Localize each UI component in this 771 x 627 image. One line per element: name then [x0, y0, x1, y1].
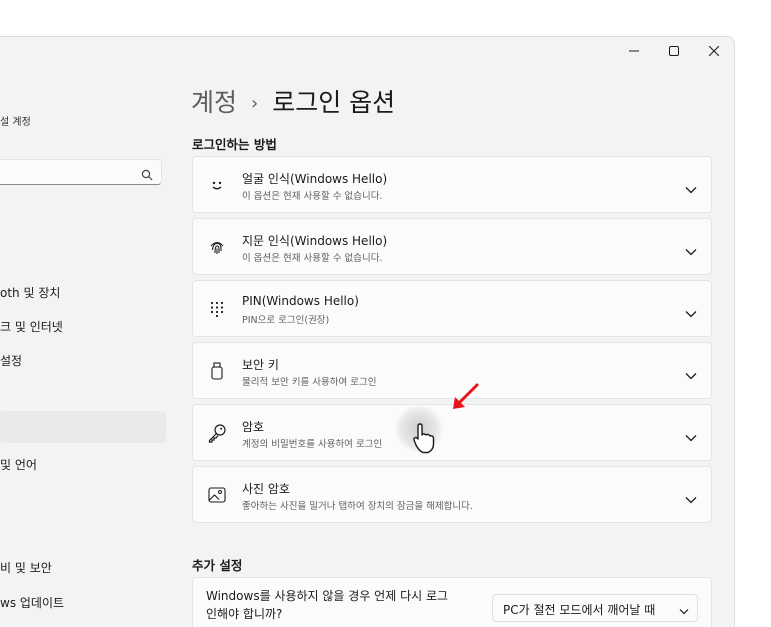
pin-keypad-icon	[207, 299, 227, 319]
sidebar-item-privacy-security[interactable]: 비 및 보안	[0, 559, 52, 576]
section-title-signin: 로그인하는 방법	[192, 137, 277, 152]
settings-window: 설 계정 oth 및 장치 크 및 인터넷 설정 및 언어 비 및 보안 ws …	[0, 36, 735, 627]
card-pin[interactable]: PIN(Windows Hello) PIN으로 로그인(권장)	[192, 280, 712, 337]
search-icon[interactable]	[141, 166, 153, 185]
sidebar: 설 계정 oth 및 장치 크 및 인터넷 설정 및 언어 비 및 보안 ws …	[0, 37, 170, 627]
sidebar-item-network[interactable]: 크 및 인터넷	[0, 318, 63, 335]
card-title: 지문 인식(Windows Hello)	[242, 234, 388, 248]
chevron-down-icon[interactable]	[685, 179, 697, 198]
window-controls	[614, 37, 734, 65]
breadcrumb-separator-icon: ›	[251, 93, 259, 114]
signin-required-dropdown[interactable]: PC가 절전 모드에서 깨어날 때	[492, 594, 698, 622]
search-input[interactable]	[0, 159, 162, 185]
card-password[interactable]: 암호 계정의 비밀번호를 사용하여 로그인	[192, 404, 712, 461]
chevron-down-icon[interactable]	[685, 365, 697, 384]
chevron-down-icon[interactable]	[685, 489, 697, 508]
card-title: 얼굴 인식(Windows Hello)	[242, 172, 388, 186]
card-subtitle: PIN으로 로그인(권장)	[242, 315, 330, 326]
page-title: 계정 › 로그인 옵션	[191, 83, 395, 119]
sidebar-item-accounts-selected[interactable]	[0, 411, 166, 443]
chevron-down-icon[interactable]	[685, 427, 697, 446]
chevron-down-icon	[679, 604, 689, 618]
key-icon	[207, 423, 227, 443]
usb-key-icon	[207, 361, 227, 381]
picture-icon	[207, 485, 227, 505]
card-title: 사진 암호	[242, 482, 290, 496]
chevron-down-icon[interactable]	[685, 241, 697, 260]
card-subtitle: 좋아하는 사진을 밀거나 탭하여 장치의 잠금을 해제합니다.	[242, 501, 473, 512]
setting-label-line2: 인해야 합니까?	[206, 607, 283, 621]
card-signin-required: Windows를 사용하지 않을 경우 언제 다시 로그 인해야 합니까? PC…	[192, 577, 712, 627]
hand-pointer-cursor-icon	[413, 423, 435, 454]
card-subtitle: 계정의 비밀번호를 사용하여 로그인	[242, 439, 383, 450]
setting-label-line1: Windows를 사용하지 않을 경우 언제 다시 로그	[206, 589, 449, 603]
section-title-additional: 추가 설정	[192, 558, 243, 573]
fingerprint-icon	[207, 237, 227, 257]
card-subtitle: 이 옵션은 현재 사용할 수 없습니다.	[242, 191, 383, 202]
face-icon	[207, 175, 227, 195]
breadcrumb-current: 로그인 옵션	[272, 88, 396, 117]
sidebar-item-bluetooth[interactable]: oth 및 장치	[0, 284, 60, 301]
card-title: PIN(Windows Hello)	[242, 294, 359, 308]
card-picture-password[interactable]: 사진 암호 좋아하는 사진을 밀거나 탭하여 장치의 잠금을 해제합니다.	[192, 466, 712, 523]
sidebar-item-windows-update[interactable]: ws 업데이트	[0, 594, 64, 611]
minimize-icon[interactable]	[614, 37, 654, 65]
annotation-arrow-icon	[453, 383, 479, 409]
account-label: 설 계정	[0, 117, 31, 128]
sidebar-item-personalization[interactable]: 설정	[0, 352, 22, 369]
card-title: 암호	[242, 420, 265, 434]
sidebar-item-time-language[interactable]: 및 언어	[0, 456, 37, 473]
card-face-recognition[interactable]: 얼굴 인식(Windows Hello) 이 옵션은 현재 사용할 수 없습니다…	[192, 156, 712, 213]
close-icon[interactable]	[694, 37, 734, 65]
chevron-down-icon[interactable]	[685, 303, 697, 322]
card-subtitle: 물리적 보안 키를 사용하여 로그인	[242, 377, 377, 388]
card-title: 보안 키	[242, 358, 279, 372]
card-fingerprint[interactable]: 지문 인식(Windows Hello) 이 옵션은 현재 사용할 수 없습니다…	[192, 218, 712, 275]
maximize-icon[interactable]	[654, 37, 694, 65]
card-subtitle: 이 옵션은 현재 사용할 수 없습니다.	[242, 253, 383, 264]
dropdown-value: PC가 절전 모드에서 깨어날 때	[503, 603, 656, 617]
breadcrumb-parent[interactable]: 계정	[191, 88, 237, 117]
